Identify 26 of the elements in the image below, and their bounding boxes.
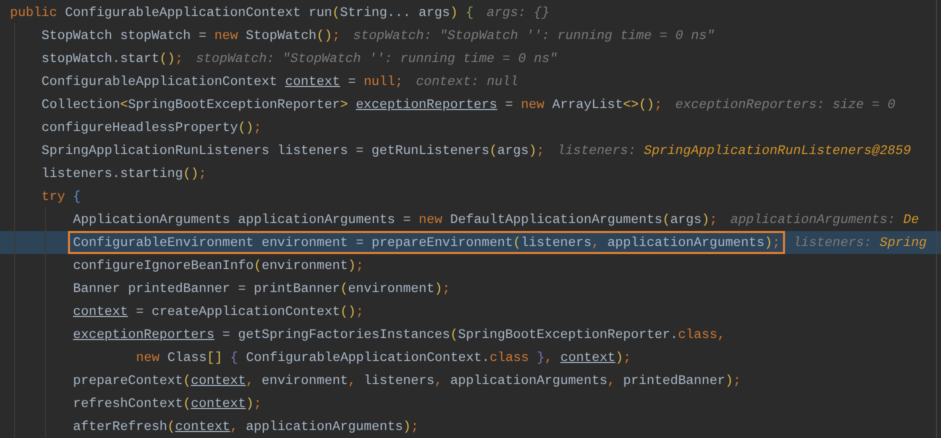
code-line: exceptionReporters = getSpringFactoriesInstances(SpringBootExceptionReporter.class, (72, 326, 726, 344)
code-line: context = createApplicationContext(); (72, 303, 365, 321)
code-line: public ConfigurableApplicationContext run(String... args) { (9, 4, 475, 22)
code-line: ApplicationArguments applicationArguments = new DefaultApplicationArguments(args); (72, 211, 718, 229)
inline-hint: exceptionReporters: size = 0 (675, 96, 896, 114)
code-line: StopWatch stopWatch = new StopWatch(); (40, 27, 342, 45)
code-line: configureHeadlessProperty(); (40, 119, 263, 137)
code-line: ConfigurableApplicationContext context = null; (40, 73, 404, 91)
inline-hint: args: {} (486, 4, 550, 22)
code-line: SpringApplicationRunListeners listeners = getRunListeners(args); (40, 142, 546, 160)
code-line: afterRefresh(context, applicationArguments); (72, 418, 420, 436)
code-line: Banner printedBanner = printBanner(environment); (72, 280, 452, 298)
code-line: stopWatch.start(); (40, 50, 184, 68)
code-line: try { (40, 188, 82, 206)
inline-hint: applicationArguments: De (730, 211, 919, 229)
code-line: Collection<SpringBootExceptionReporter> exceptionReporters = new ArrayList<>(); (40, 96, 664, 114)
inline-hint: stopWatch: "StopWatch '': running time = 0 ns" (353, 27, 715, 45)
code-line: prepareContext(context, environment, listeners, applicationArguments, printedBanner); (72, 372, 742, 390)
inline-hint: stopWatch: "StopWatch '': running time = 0 ns" (196, 50, 558, 68)
code-line: new Class[] { ConfigurableApplicationContext.class }, context); (135, 349, 632, 367)
inline-hint: listeners: SpringApplicationRunListeners@2859 (557, 142, 911, 160)
code-line: listeners.starting(); (40, 165, 208, 183)
inline-hint: context: null (416, 73, 518, 91)
code-line: refreshContext(context); (72, 395, 263, 413)
inline-hint: listeners: Spring (793, 234, 927, 252)
code-line: configureIgnoreBeanInfo(environment); (72, 257, 365, 275)
